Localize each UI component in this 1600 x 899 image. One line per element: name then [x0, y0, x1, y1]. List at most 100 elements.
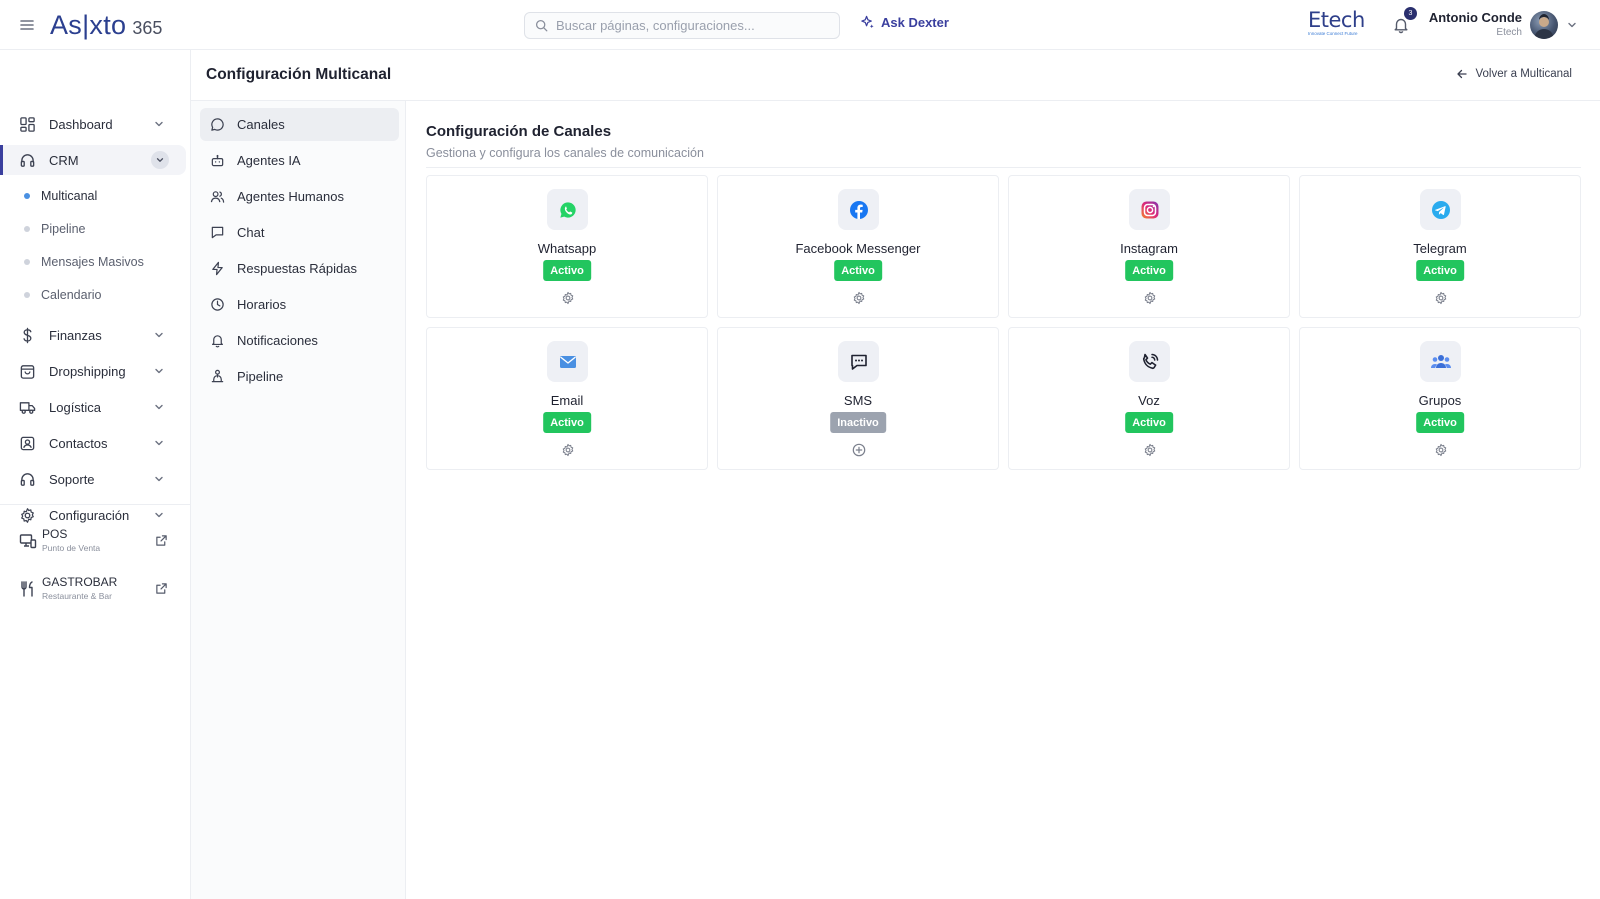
- gear-icon: [21, 507, 34, 523]
- notification-badge: 3: [1404, 7, 1417, 20]
- ask-dexter-label: Ask Dexter: [881, 15, 949, 30]
- channel-card-sms[interactable]: SMS Inactivo: [717, 327, 999, 470]
- subnav-item-chat[interactable]: Chat: [200, 216, 399, 249]
- back-to-multicanal-link[interactable]: Volver a Multicanal: [1456, 68, 1572, 80]
- search-icon: [535, 19, 548, 32]
- bullet-dot: [24, 226, 30, 232]
- subnav-item-canales[interactable]: Canales: [200, 108, 399, 141]
- external-link-icon: [156, 535, 167, 546]
- sidebar-item-label: Contactos: [49, 435, 108, 451]
- sidebar-item-contactos[interactable]: Contactos: [0, 428, 186, 458]
- sidebar-subitem-calendario[interactable]: Calendario: [24, 285, 101, 305]
- channel-card-whatsapp[interactable]: Whatsapp Activo: [426, 175, 708, 318]
- sidebar-item-logistica[interactable]: Logística: [0, 392, 186, 422]
- menu-icon[interactable]: [18, 16, 36, 34]
- channel-card-telegram[interactable]: Telegram Activo: [1299, 175, 1581, 318]
- status-badge: Activo: [1125, 412, 1173, 433]
- chevron-down-icon: [155, 332, 163, 338]
- telegram-icon: [1420, 189, 1461, 230]
- status-badge: Activo: [543, 260, 591, 281]
- app-logo[interactable]: As|xto 365: [50, 10, 162, 40]
- sparkle-icon: [861, 15, 874, 29]
- chevron-down-icon[interactable]: [1566, 19, 1578, 31]
- gear-icon[interactable]: [1143, 443, 1157, 457]
- chevron-down-icon[interactable]: [151, 151, 169, 169]
- sidebar-item-crm[interactable]: CRM: [0, 145, 186, 175]
- external-app-pos[interactable]: POS Punto de Venta: [0, 524, 186, 558]
- channel-card-grupos[interactable]: Grupos Activo: [1299, 327, 1581, 470]
- page-title: Configuración Multicanal: [206, 66, 392, 83]
- channel-card-email[interactable]: Email Activo: [426, 327, 708, 470]
- sidebar-subitem-mensajes-masivos[interactable]: Mensajes Masivos: [24, 252, 144, 272]
- subnav-item-label: Respuestas Rápidas: [237, 261, 357, 276]
- status-badge: Inactivo: [830, 412, 886, 433]
- chevron-down-icon: [155, 440, 163, 446]
- logo-number: 365: [132, 18, 163, 38]
- lightning-icon: [212, 261, 223, 276]
- section-subtitle: Gestiona y configura los canales de comu…: [426, 146, 704, 160]
- config-subnav: Canales Agentes IA Agentes Humanos Chat …: [191, 101, 406, 899]
- sidebar-item-dropshipping[interactable]: Dropshipping: [0, 356, 186, 386]
- sidebar-subitem-label: Mensajes Masivos: [41, 255, 144, 269]
- sidebar-item-dashboard[interactable]: Dashboard: [0, 109, 186, 139]
- channel-card-voz[interactable]: Voz Activo: [1008, 327, 1290, 470]
- search-input[interactable]: [556, 18, 826, 33]
- external-app-subtitle: Restaurante & Bar: [42, 591, 112, 601]
- channel-name: Telegram: [1413, 241, 1467, 256]
- subnav-item-label: Notificaciones: [237, 333, 318, 348]
- subnav-item-horarios[interactable]: Horarios: [200, 288, 399, 321]
- channel-name: Email: [550, 393, 584, 408]
- bell-icon: [212, 335, 223, 348]
- gear-icon[interactable]: [1143, 291, 1157, 305]
- sidebar-item-finanzas[interactable]: Finanzas: [0, 320, 186, 350]
- gear-icon[interactable]: [852, 291, 866, 305]
- gear-icon[interactable]: [1434, 443, 1448, 457]
- sms-icon: [838, 341, 879, 382]
- user-name[interactable]: Antonio Conde: [1422, 10, 1522, 25]
- subnav-item-pipeline[interactable]: Pipeline: [200, 360, 399, 393]
- users-icon: [210, 191, 225, 203]
- back-link-label: Volver a Multicanal: [1475, 68, 1572, 80]
- channel-card-instagram[interactable]: Instagram Activo: [1008, 175, 1290, 318]
- chevron-down-icon: [155, 476, 163, 482]
- channel-card-facebook-messenger[interactable]: Facebook Messenger Activo: [717, 175, 999, 318]
- utensils-icon: [21, 581, 33, 597]
- status-badge: Activo: [1125, 260, 1173, 281]
- subnav-item-notificaciones[interactable]: Notificaciones: [200, 324, 399, 357]
- subnav-item-label: Agentes Humanos: [237, 189, 344, 204]
- avatar[interactable]: [1530, 11, 1558, 39]
- page-header: Configuración Multicanal Volver a Multic…: [191, 50, 1600, 101]
- status-badge: Activo: [543, 412, 591, 433]
- external-app-gastrobar[interactable]: GASTROBAR Restaurante & Bar: [0, 572, 186, 606]
- sidebar-divider: [0, 504, 190, 505]
- sidebar-item-label: Dashboard: [49, 116, 113, 132]
- headset-icon: [20, 153, 35, 167]
- channel-name: Grupos: [1418, 393, 1462, 408]
- sidebar-subitem-label: Pipeline: [41, 222, 86, 236]
- channel-name: SMS: [843, 393, 873, 408]
- external-app-title: POS: [42, 527, 68, 541]
- external-link-icon: [156, 583, 167, 594]
- chevron-down-icon: [155, 368, 163, 374]
- sidebar-subitem-multicanal[interactable]: Multicanal: [24, 186, 97, 206]
- facebook-icon: [838, 189, 879, 230]
- external-app-title: GASTROBAR: [42, 575, 118, 589]
- sidebar-item-label: Logística: [49, 399, 102, 415]
- contacts-icon: [20, 436, 35, 450]
- subnav-item-agentes-humanos[interactable]: Agentes Humanos: [200, 180, 399, 213]
- arrow-left-icon: [1457, 69, 1468, 79]
- add-circle-icon[interactable]: [852, 443, 866, 457]
- sidebar-subitem-pipeline[interactable]: Pipeline: [24, 219, 85, 239]
- clock-icon: [211, 298, 224, 311]
- subnav-item-respuestas-rapidas[interactable]: Respuestas Rápidas: [200, 252, 399, 285]
- bag-icon: [20, 364, 35, 379]
- gear-icon[interactable]: [561, 291, 575, 305]
- user-org: Etech: [1496, 27, 1522, 38]
- subnav-item-agentes-ia[interactable]: Agentes IA: [200, 144, 399, 177]
- sidebar-item-soporte[interactable]: Soporte: [0, 464, 186, 494]
- gear-icon[interactable]: [561, 443, 575, 457]
- search-box[interactable]: [524, 12, 840, 39]
- ask-dexter-button[interactable]: Ask Dexter: [860, 15, 949, 30]
- gear-icon[interactable]: [1434, 291, 1448, 305]
- instagram-icon: [1129, 189, 1170, 230]
